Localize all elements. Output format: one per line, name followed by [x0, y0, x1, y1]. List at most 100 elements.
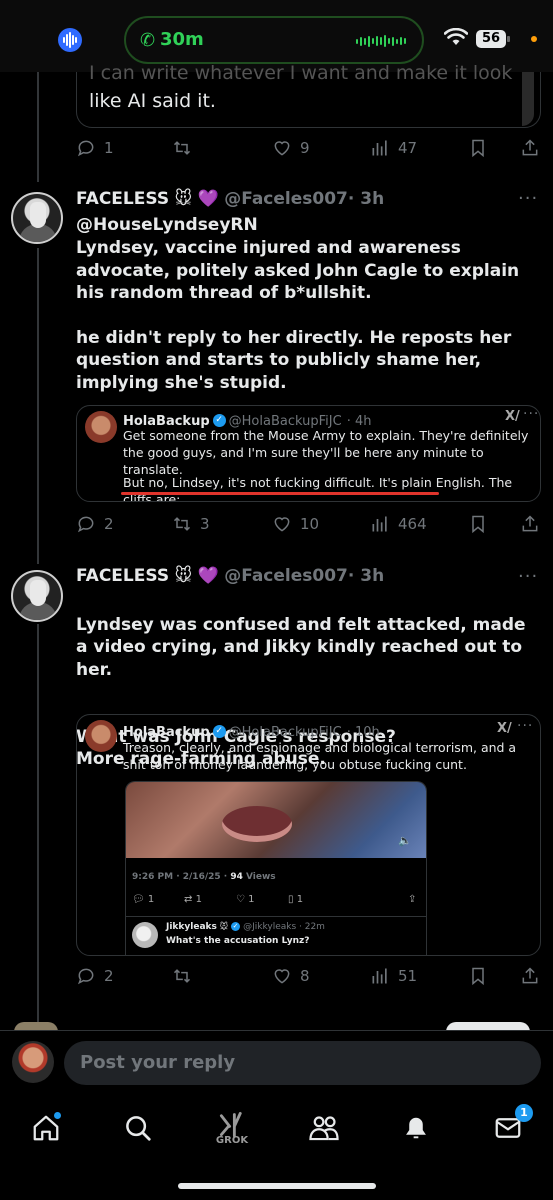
- call-duration: 30m: [160, 29, 204, 50]
- share-icon: [522, 515, 538, 532]
- grok-tab[interactable]: GROK: [212, 1110, 252, 1146]
- messages-tab[interactable]: 1: [488, 1104, 533, 1146]
- repost-icon: [173, 969, 191, 983]
- like-count: 10: [300, 515, 320, 533]
- views-icon: [372, 140, 387, 156]
- repost-icon[interactable]: ⇄ 1: [184, 894, 202, 905]
- bookmark-icon: [472, 139, 484, 158]
- mention-link[interactable]: @HouseLyndseyRN: [76, 214, 258, 237]
- reply-input[interactable]: Post your reply: [64, 1041, 541, 1085]
- avatar[interactable]: [11, 192, 63, 244]
- bookmark-icon[interactable]: ▯ 1: [288, 894, 303, 905]
- quote-text: like AI said it.: [89, 90, 216, 112]
- author-name[interactable]: FACELESS: [76, 189, 169, 209]
- thread-line: [37, 72, 39, 182]
- verified-icon: ✓: [212, 414, 226, 427]
- quoted-post[interactable]: HolaBackup ✓ @HolaBackupFiJC · 10h X/ ··· …: [76, 714, 541, 956]
- heart-icon[interactable]: ♡ 1: [236, 894, 255, 905]
- verified-icon: ✓: [212, 725, 226, 738]
- video-frame: [222, 806, 292, 842]
- views-icon: [372, 968, 387, 984]
- post-actions: 1 9 47: [76, 138, 541, 162]
- views-button[interactable]: 47: [370, 138, 417, 158]
- heart-icon: [274, 969, 290, 984]
- quote-text-2: But no, Lindsey, it's not fucking diffic…: [123, 475, 513, 502]
- grok-label: GROK: [215, 1134, 249, 1146]
- author-emojis: 🐭 💜: [174, 566, 219, 586]
- share-icon: [522, 139, 538, 156]
- bookmark-button[interactable]: [468, 966, 488, 986]
- share-icon[interactable]: ⇪: [408, 894, 416, 905]
- reply-button[interactable]: 1: [76, 138, 114, 158]
- repost-button[interactable]: [172, 138, 192, 158]
- like-button[interactable]: 9: [272, 138, 310, 158]
- home-indicator[interactable]: [178, 1183, 376, 1189]
- post-actions: 2 8 51: [76, 966, 541, 990]
- like-count: 8: [300, 967, 310, 985]
- more-options-icon[interactable]: ···: [518, 188, 538, 209]
- share-button[interactable]: [520, 966, 540, 986]
- my-avatar[interactable]: [12, 1041, 54, 1083]
- quoted-post-fragment[interactable]: I can write whatever I want and make it …: [76, 62, 541, 128]
- embedded-timestamp: 9:26 PM · 2/16/25 · 94 Views: [132, 872, 276, 882]
- reply-button[interactable]: 2: [76, 514, 114, 534]
- search-tab[interactable]: [118, 1110, 158, 1146]
- battery-level: 56: [476, 30, 506, 48]
- repost-button[interactable]: [172, 966, 192, 986]
- embedded-post[interactable]: 🔈 9:26 PM · 2/16/25 · 94 Views 💬︎ 1 ⇄ 1 …: [125, 781, 427, 955]
- grok-icon[interactable]: X/: [497, 721, 512, 736]
- scrollbar[interactable]: [522, 72, 534, 126]
- author-name[interactable]: FACELESS: [76, 566, 169, 586]
- quoted-post[interactable]: HolaBackup ✓ @HolaBackupFiJC · 4h X/ ··· G…: [76, 405, 541, 502]
- tweet-body: Lyndsey, vaccine injured and awareness a…: [76, 237, 538, 416]
- mute-icon[interactable]: 🔈: [398, 834, 412, 847]
- quote-more-icon[interactable]: ···: [523, 406, 539, 422]
- repost-button[interactable]: 3: [172, 514, 210, 534]
- reply-avatar: [132, 922, 158, 948]
- voice-memo-icon[interactable]: [58, 28, 82, 52]
- cropped-text: I can write whatever I want and make it …: [89, 62, 513, 84]
- bookmark-button[interactable]: [468, 514, 488, 534]
- tweet-paragraph: Lyndsey, vaccine injured and awareness a…: [76, 238, 520, 303]
- grok-icon[interactable]: X/: [505, 409, 520, 424]
- like-button[interactable]: 8: [272, 966, 310, 986]
- wifi-icon: [444, 28, 468, 45]
- quote-text: Treason, clearly, and espionage and biol…: [123, 740, 517, 772]
- more-options-icon[interactable]: ···: [518, 566, 538, 587]
- home-tab[interactable]: [26, 1110, 66, 1146]
- author-handle[interactable]: @Faceles007: [224, 566, 348, 586]
- quote-more-icon[interactable]: ···: [517, 718, 533, 734]
- author-handle[interactable]: @Faceles007: [224, 189, 348, 209]
- quote-text: Get someone from the Mouse Army to expla…: [123, 428, 529, 477]
- view-count: 51: [398, 967, 418, 985]
- avatar[interactable]: [11, 570, 63, 622]
- views-icon: [372, 516, 387, 532]
- notifications-tab[interactable]: [396, 1110, 436, 1146]
- messages-badge: 1: [515, 1104, 533, 1122]
- quote-author: HolaBackup: [123, 725, 210, 740]
- red-underline: [121, 492, 439, 495]
- tweet-header: FACELESS 🐭 💜 @Faceles007· 3h: [76, 189, 384, 209]
- reply-button[interactable]: 2: [76, 966, 114, 986]
- bookmark-button[interactable]: [468, 138, 488, 158]
- dynamic-island-call[interactable]: ✆ 30m: [124, 16, 424, 64]
- share-button[interactable]: [520, 138, 540, 158]
- share-icon: [522, 967, 538, 984]
- thread-line: [37, 248, 39, 564]
- bookmark-icon: [472, 967, 484, 986]
- share-button[interactable]: [520, 514, 540, 534]
- quote-time: · 10h: [346, 725, 380, 740]
- video-thumbnail[interactable]: 🔈: [126, 782, 426, 858]
- like-button[interactable]: 10: [272, 514, 319, 534]
- repost-icon: [173, 517, 191, 531]
- views-button[interactable]: 51: [370, 966, 417, 986]
- communities-tab[interactable]: [304, 1110, 344, 1146]
- bell-icon: [406, 1117, 426, 1139]
- embedded-actions: 💬︎ 1 ⇄ 1 ♡ 1 ▯ 1 ⇪: [132, 894, 420, 910]
- quote-header: HolaBackup ✓ @HolaBackupFiJC · 10h: [123, 721, 380, 740]
- reply-header: Jikkyleaks 🐭 ✓ @Jikkyleaks · 22m: [166, 922, 325, 932]
- reply-icon[interactable]: 💬︎ 1: [132, 894, 154, 905]
- search-icon: [126, 1116, 151, 1141]
- views-button[interactable]: 464: [370, 514, 427, 534]
- battery-icon: [507, 36, 510, 42]
